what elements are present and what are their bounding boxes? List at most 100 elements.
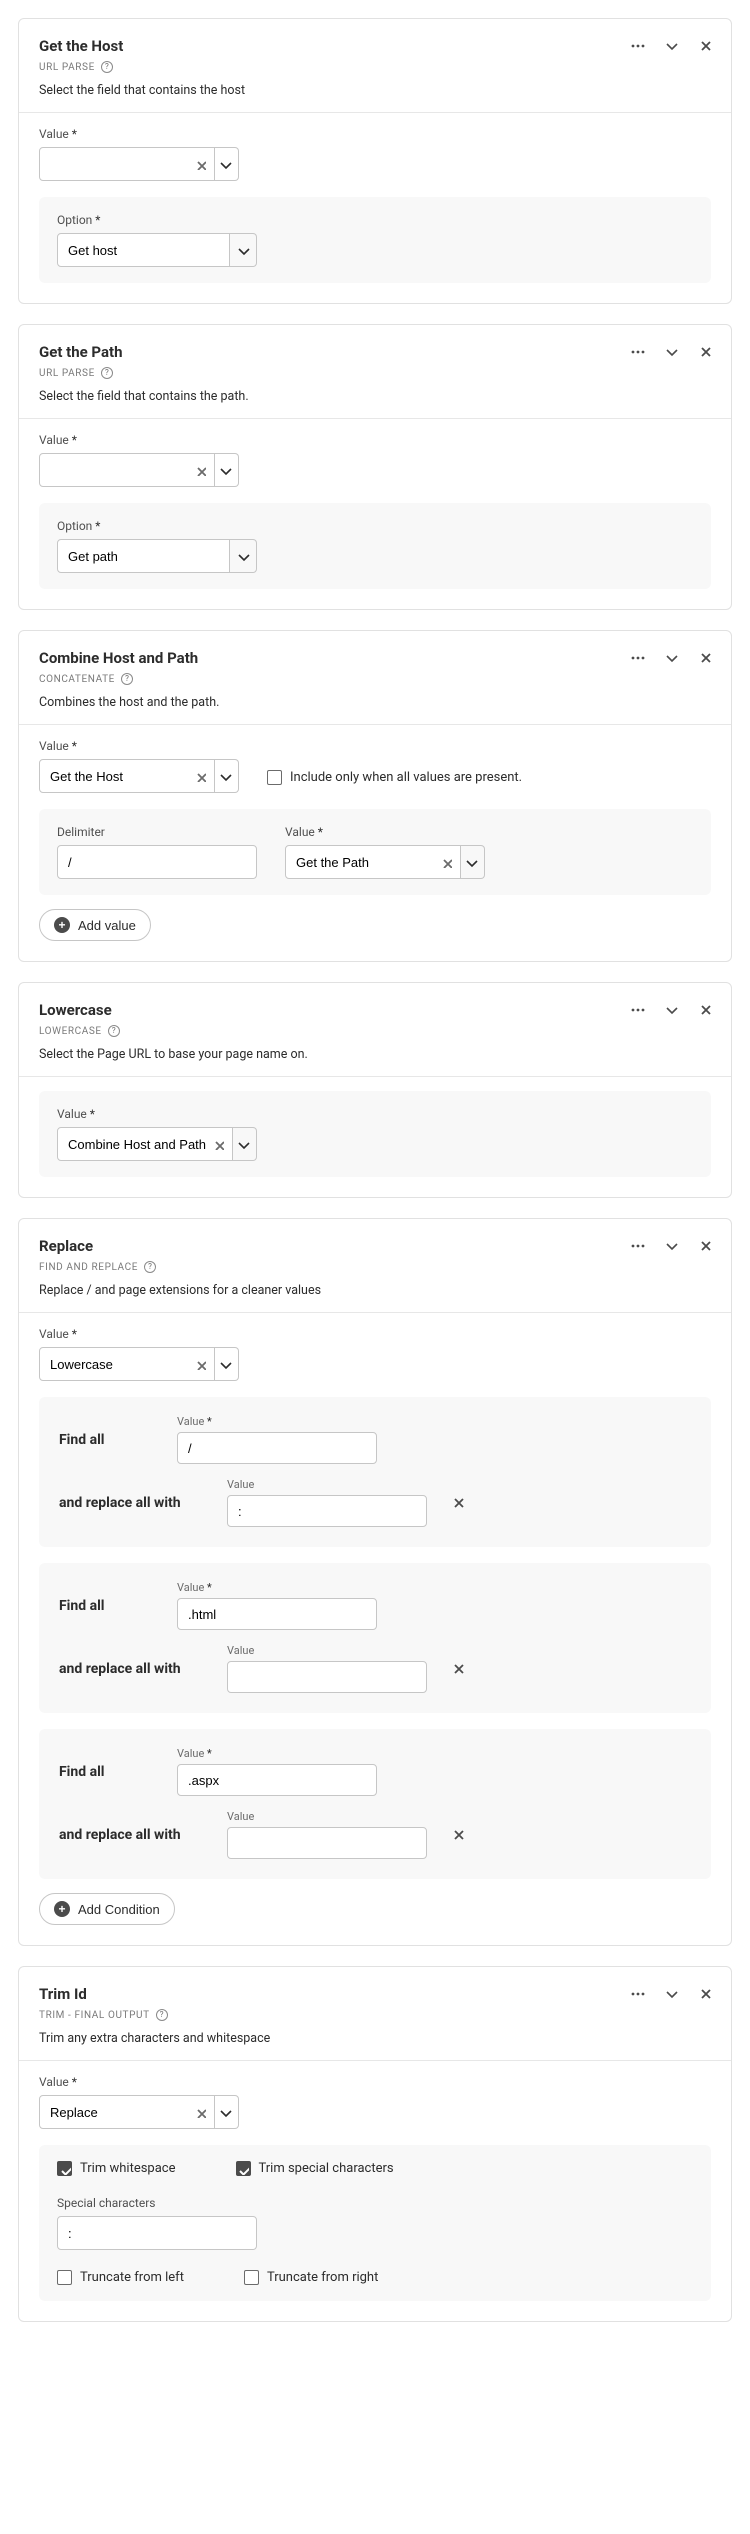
card-subtitle: LOWERCASE [39, 1026, 102, 1037]
more-icon[interactable] [627, 341, 649, 363]
close-icon[interactable] [695, 341, 717, 363]
option-combobox[interactable] [57, 233, 257, 267]
truncate-left-checkbox[interactable]: Truncate from left [57, 2270, 184, 2285]
special-chars-input[interactable] [57, 2216, 257, 2250]
help-icon[interactable]: ? [101, 367, 113, 379]
close-icon[interactable] [695, 999, 717, 1021]
trim-whitespace-checkbox[interactable]: Trim whitespace [57, 2161, 176, 2176]
card-subtitle: URL PARSE [39, 368, 95, 379]
value-combobox[interactable] [39, 453, 239, 487]
help-icon[interactable]: ? [121, 673, 133, 685]
close-icon[interactable] [695, 647, 717, 669]
chevron-down-icon[interactable] [458, 845, 485, 879]
close-icon[interactable] [695, 1235, 717, 1257]
value-label: Value [39, 1327, 711, 1341]
include-label: Include only when all values are present… [290, 770, 522, 785]
card-header: Trim Id TRIM - FINAL OUTPUT ? Trim any e… [19, 1967, 731, 2060]
card-title: Replace [39, 1237, 711, 1255]
checkbox-checked-icon[interactable] [236, 2161, 251, 2176]
find-all-label: Find all [59, 1598, 159, 1614]
card-description: Combines the host and the path. [39, 695, 711, 710]
remove-rule-icon[interactable] [445, 1821, 473, 1849]
chevron-down-icon[interactable] [230, 1127, 257, 1161]
option-input[interactable] [57, 233, 230, 267]
value-combobox[interactable] [39, 2095, 239, 2129]
checkbox-checked-icon[interactable] [57, 2161, 72, 2176]
delimiter-input[interactable] [57, 845, 257, 879]
replace-with-label: and replace all with [59, 1661, 209, 1677]
chevron-down-icon[interactable] [212, 759, 239, 793]
help-icon[interactable]: ? [108, 1025, 120, 1037]
value-combobox[interactable] [39, 759, 239, 793]
card-title: Get the Path [39, 343, 711, 361]
close-icon[interactable] [695, 35, 717, 57]
option-input[interactable] [57, 539, 230, 573]
collapse-icon[interactable] [661, 341, 683, 363]
checkbox-icon[interactable] [244, 2270, 259, 2285]
close-icon[interactable] [695, 1983, 717, 2005]
card-header: Lowercase LOWERCASE ? Select the Page UR… [19, 983, 731, 1076]
chevron-down-icon[interactable] [212, 453, 239, 487]
chevron-down-icon[interactable] [230, 539, 257, 573]
replace-rule: Find all Value and replace all with Valu… [39, 1397, 711, 1547]
card-title: Combine Host and Path [39, 649, 711, 667]
chevron-down-icon[interactable] [212, 2095, 239, 2129]
replace-value-label: Value [227, 1478, 427, 1491]
find-all-label: Find all [59, 1432, 159, 1448]
replace-input[interactable] [227, 1661, 427, 1693]
checkbox-icon[interactable] [57, 2270, 72, 2285]
chevron-down-icon[interactable] [212, 147, 239, 181]
more-icon[interactable] [627, 999, 649, 1021]
clear-icon[interactable] [207, 1127, 229, 1161]
collapse-icon[interactable] [661, 1235, 683, 1257]
help-icon[interactable]: ? [101, 61, 113, 73]
find-input[interactable] [177, 1432, 377, 1464]
help-icon[interactable]: ? [144, 1261, 156, 1273]
more-icon[interactable] [627, 647, 649, 669]
chevron-down-icon[interactable] [212, 1347, 239, 1381]
more-icon[interactable] [627, 1983, 649, 2005]
collapse-icon[interactable] [661, 1983, 683, 2005]
trim-special-checkbox[interactable]: Trim special characters [236, 2161, 394, 2176]
more-icon[interactable] [627, 1235, 649, 1257]
value-combobox[interactable] [39, 147, 239, 181]
clear-icon[interactable] [189, 2095, 211, 2129]
find-value-label: Value [177, 1581, 377, 1594]
find-value-label: Value [177, 1747, 377, 1760]
checkbox-icon[interactable] [267, 770, 282, 785]
replace-with-label: and replace all with [59, 1495, 209, 1511]
clear-icon[interactable] [189, 759, 211, 793]
plus-icon: + [54, 917, 70, 933]
value-combobox[interactable] [39, 1347, 239, 1381]
value-combobox[interactable] [57, 1127, 257, 1161]
collapse-icon[interactable] [661, 647, 683, 669]
chevron-down-icon[interactable] [230, 233, 257, 267]
add-condition-button[interactable]: + Add Condition [39, 1893, 175, 1925]
value-label: Value [39, 433, 711, 447]
value2-combobox[interactable] [285, 845, 485, 879]
help-icon[interactable]: ? [156, 2009, 168, 2021]
clear-icon[interactable] [189, 453, 211, 487]
value2-label: Value [285, 825, 485, 839]
find-all-label: Find all [59, 1764, 159, 1780]
option-combobox[interactable] [57, 539, 257, 573]
collapse-icon[interactable] [661, 35, 683, 57]
value-label: Value [39, 739, 711, 753]
replace-input[interactable] [227, 1495, 427, 1527]
remove-rule-icon[interactable] [445, 1655, 473, 1683]
include-checkbox-row[interactable]: Include only when all values are present… [267, 770, 522, 785]
more-icon[interactable] [627, 35, 649, 57]
remove-rule-icon[interactable] [445, 1489, 473, 1517]
card-subtitle: TRIM - FINAL OUTPUT [39, 2010, 150, 2021]
add-value-button[interactable]: + Add value [39, 909, 151, 941]
clear-icon[interactable] [189, 1347, 211, 1381]
card-lowercase: Lowercase LOWERCASE ? Select the Page UR… [18, 982, 732, 1198]
add-value-label: Add value [78, 918, 136, 933]
clear-icon[interactable] [435, 845, 457, 879]
replace-input[interactable] [227, 1827, 427, 1859]
find-input[interactable] [177, 1764, 377, 1796]
find-input[interactable] [177, 1598, 377, 1630]
collapse-icon[interactable] [661, 999, 683, 1021]
clear-icon[interactable] [189, 147, 211, 181]
truncate-right-checkbox[interactable]: Truncate from right [244, 2270, 378, 2285]
